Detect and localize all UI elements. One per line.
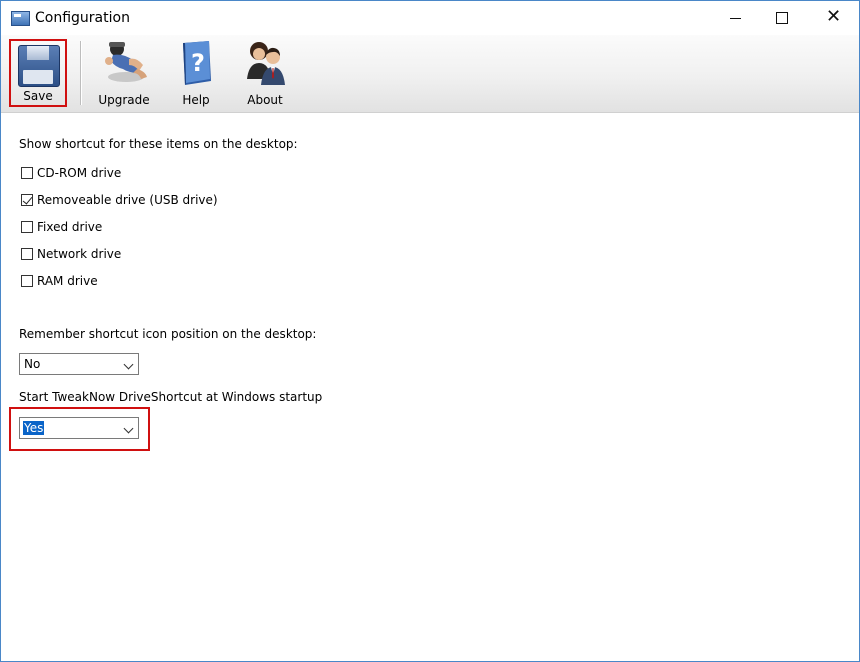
save-label: Save	[23, 89, 53, 103]
startup-select[interactable]: Yes	[19, 417, 139, 439]
checkbox-network-drive[interactable]: Network drive	[21, 246, 121, 262]
close-icon: ✕	[826, 6, 842, 27]
maximize-button[interactable]	[759, 1, 805, 35]
checkbox-box[interactable]	[21, 167, 33, 179]
startup-heading: Start TweakNow DriveShortcut at Windows …	[19, 390, 323, 404]
chevron-down-icon	[123, 359, 134, 370]
help-book-icon: ?	[183, 41, 211, 85]
settings-panel: Show shortcut for these items on the des…	[1, 113, 859, 661]
help-button[interactable]: ? Help	[167, 39, 225, 109]
toolbar-separator	[80, 41, 81, 105]
checkbox-label: Fixed drive	[37, 220, 103, 234]
checkbox-label: Removeable drive (USB drive)	[37, 193, 218, 207]
about-label: About	[247, 93, 283, 107]
checkbox-label: CD-ROM drive	[37, 166, 122, 180]
help-label: Help	[182, 93, 210, 107]
checkbox-box[interactable]	[21, 248, 33, 260]
people-icon	[247, 42, 285, 85]
checkbox-ram-drive[interactable]: RAM drive	[21, 273, 98, 289]
window-title: Configuration	[35, 10, 130, 26]
chevron-down-icon	[123, 423, 134, 434]
weightlifter-icon	[105, 42, 147, 82]
title-bar: Configuration ✕	[1, 1, 859, 35]
toolbar: Save Upgrade ? Help About	[1, 35, 859, 113]
maximize-icon	[776, 12, 788, 24]
about-button[interactable]: About	[233, 39, 297, 109]
minimize-icon	[730, 18, 741, 19]
close-button[interactable]: ✕	[811, 1, 857, 35]
checkbox-label: Network drive	[37, 247, 122, 261]
save-button[interactable]: Save	[9, 39, 67, 107]
checkbox-label: RAM drive	[37, 274, 98, 288]
floppy-disk-icon	[18, 45, 60, 87]
remember-position-select[interactable]: No	[19, 353, 139, 375]
upgrade-label: Upgrade	[98, 93, 150, 107]
checkbox-box[interactable]	[21, 275, 33, 287]
remember-position-heading: Remember shortcut icon position on the d…	[19, 327, 317, 341]
upgrade-button[interactable]: Upgrade	[91, 39, 157, 109]
app-icon	[11, 11, 30, 26]
configuration-window: Configuration ✕ Save Upgrade ? Help Abou…	[0, 0, 860, 662]
checkbox-removeable-drive[interactable]: Removeable drive (USB drive)	[21, 192, 218, 208]
minimize-button[interactable]	[713, 1, 759, 35]
checkbox-box[interactable]	[21, 221, 33, 233]
show-shortcut-heading: Show shortcut for these items on the des…	[19, 137, 298, 151]
checkbox-cdrom-drive[interactable]: CD-ROM drive	[21, 165, 121, 181]
svg-text:?: ?	[191, 49, 205, 77]
select-value: Yes	[21, 420, 46, 436]
checkbox-box[interactable]	[21, 194, 33, 206]
checkbox-fixed-drive[interactable]: Fixed drive	[21, 219, 102, 235]
select-value: No	[24, 357, 41, 371]
